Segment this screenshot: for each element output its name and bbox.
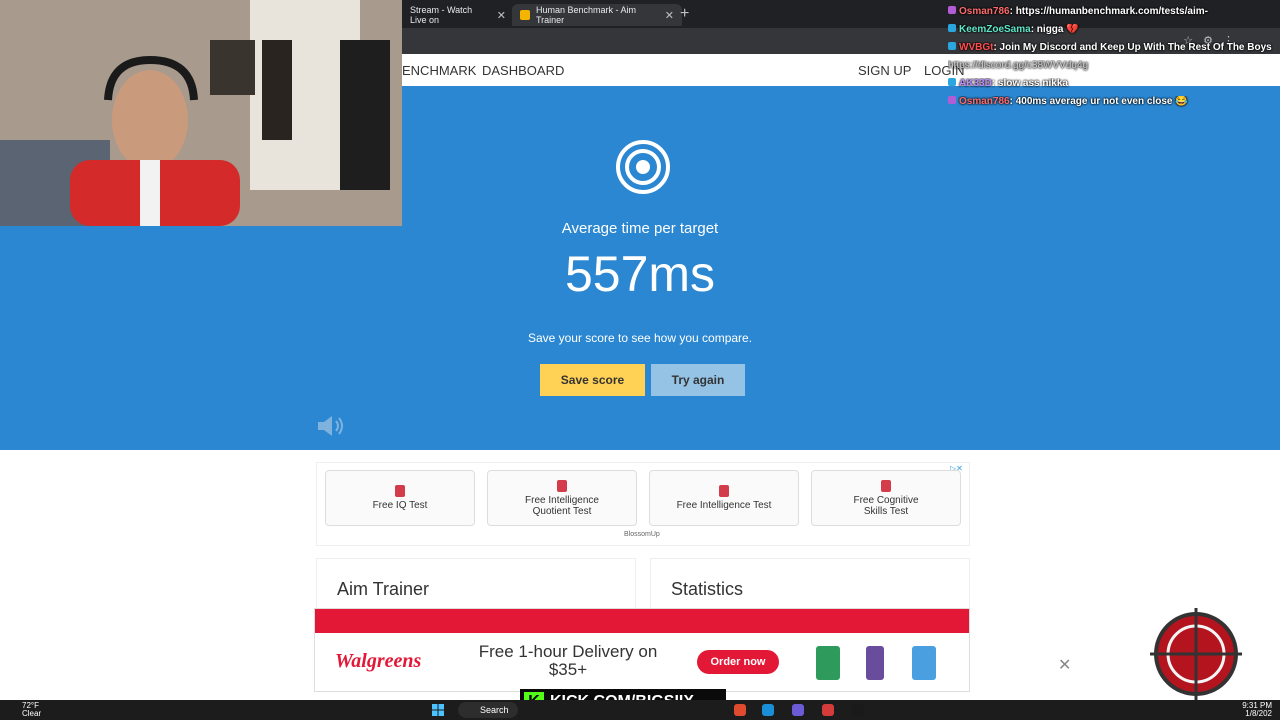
chrome-icon[interactable]	[734, 704, 746, 716]
chat-badge-icon	[948, 24, 956, 32]
tab-label: Stream - Watch Live on	[410, 5, 473, 25]
product-image	[816, 646, 840, 680]
discord-icon[interactable]	[792, 704, 804, 716]
product-image	[912, 646, 936, 680]
clipboard-icon	[719, 485, 729, 497]
chat-message: https://discord.gg/c38WVVdq4g	[948, 60, 1280, 78]
card-title: Statistics	[671, 579, 744, 599]
ad-link-item[interactable]: Free IQ Test	[325, 470, 475, 526]
stream-chat: Osman786: https://humanbenchmark.com/tes…	[948, 6, 1280, 114]
chat-text: : https://humanbenchmark.com/tests/aim-	[1009, 6, 1208, 17]
app-icon[interactable]	[852, 704, 864, 716]
order-now-button[interactable]: Order now	[697, 650, 779, 674]
close-icon[interactable]: ✕	[1058, 655, 1072, 674]
chat-user: WVBGt	[959, 42, 994, 53]
chat-message: Osman786: 400ms average ur not even clos…	[948, 96, 1280, 114]
chat-message: Osman786: https://humanbenchmark.com/tes…	[948, 6, 1280, 24]
speaker-icon[interactable]	[316, 414, 348, 438]
windows-start-icon[interactable]	[432, 704, 444, 716]
streamer-logo-icon	[1150, 608, 1242, 700]
clipboard-icon	[881, 479, 891, 492]
ad-brand: BlossomUp	[624, 531, 660, 538]
result-score: 557ms	[564, 246, 716, 302]
nav-signup[interactable]: SIGN UP	[858, 63, 911, 78]
chat-badge-icon	[948, 78, 956, 86]
chat-text: : Join My Discord and Keep Up With The R…	[993, 42, 1272, 53]
tab-label: Human Benchmark - Aim Trainer	[536, 5, 637, 25]
tab-close-icon[interactable]: ✕	[665, 9, 674, 22]
ad-link-label: Free IQ Test	[372, 500, 428, 511]
chat-message: WVBGt: Join My Discord and Keep Up With …	[948, 42, 1280, 60]
clock-date: 1/8/202	[1245, 709, 1272, 718]
close-icon[interactable]: ✕	[956, 612, 968, 624]
taskbar: 72°F Clear Search 9:31 PM 1/8/202	[0, 700, 1280, 720]
ad-offer: Free 1-hour Delivery on $35+	[478, 642, 658, 679]
chat-user: KeemZoeSama	[959, 24, 1031, 35]
clipboard-icon	[395, 485, 405, 497]
ad-red-band	[315, 609, 969, 633]
ad-link-item[interactable]: Free Intelligence Test	[649, 470, 799, 526]
chat-user: AK33D	[959, 78, 992, 89]
chat-badge-icon	[948, 96, 956, 104]
weather-condition: Clear	[22, 709, 42, 718]
ad-link-label: Free Intelligence Test	[676, 500, 772, 511]
tab-aim-trainer[interactable]: Human Benchmark - Aim Trainer ✕	[512, 4, 682, 26]
new-tab-button[interactable]: +	[680, 5, 689, 23]
edge-icon[interactable]	[762, 704, 774, 716]
walgreens-logo: Walgreens	[335, 650, 422, 672]
product-image	[866, 646, 884, 680]
chat-text: : 400ms average ur not even close 😂	[1009, 96, 1188, 107]
chat-text: : nigga 💔	[1030, 24, 1079, 35]
chat-text: : slow ass nikka	[991, 78, 1068, 89]
chat-badge-icon	[948, 6, 956, 14]
target-icon	[616, 140, 670, 194]
nav-dashboard[interactable]: DASHBOARD	[482, 63, 564, 78]
save-score-button[interactable]: Save score	[540, 364, 645, 396]
chat-message: KeemZoeSama: nigga 💔	[948, 24, 1280, 42]
tab-close-icon[interactable]: ✕	[497, 9, 506, 22]
ad-link-item[interactable]: Free Intelligence Quotient Test	[487, 470, 637, 526]
webcam-overlay	[0, 0, 402, 226]
chat-badge-icon	[948, 42, 956, 50]
ad-link-label: Free Cognitive Skills Test	[853, 494, 919, 517]
chat-user: Osman786	[959, 6, 1010, 17]
chat-text: https://discord.gg/c38WVVdq4g	[948, 60, 1089, 71]
chat-user: Osman786	[959, 96, 1010, 107]
save-prompt: Save your score to see how you compare.	[527, 331, 753, 345]
taskbar-clock[interactable]: 9:31 PM 1/8/202	[1242, 702, 1272, 718]
chat-message: AK33D: slow ass nikka	[948, 78, 1280, 96]
try-again-button[interactable]: Try again	[651, 364, 745, 396]
card-title: Aim Trainer	[337, 579, 430, 599]
ad-link-item[interactable]: Free Cognitive Skills Test	[811, 470, 961, 526]
humanbenchmark-favicon-icon	[520, 10, 530, 20]
site-brand[interactable]: ENCHMARK	[402, 63, 476, 78]
ad-link-label: Free Intelligence Quotient Test	[525, 494, 599, 517]
tab-stream[interactable]: Stream - Watch Live on ✕	[402, 4, 514, 26]
clipboard-icon	[557, 479, 567, 492]
weather-widget[interactable]: 72°F Clear	[22, 702, 41, 718]
taskbar-search[interactable]: Search	[458, 702, 518, 718]
obs-icon[interactable]	[822, 704, 834, 716]
